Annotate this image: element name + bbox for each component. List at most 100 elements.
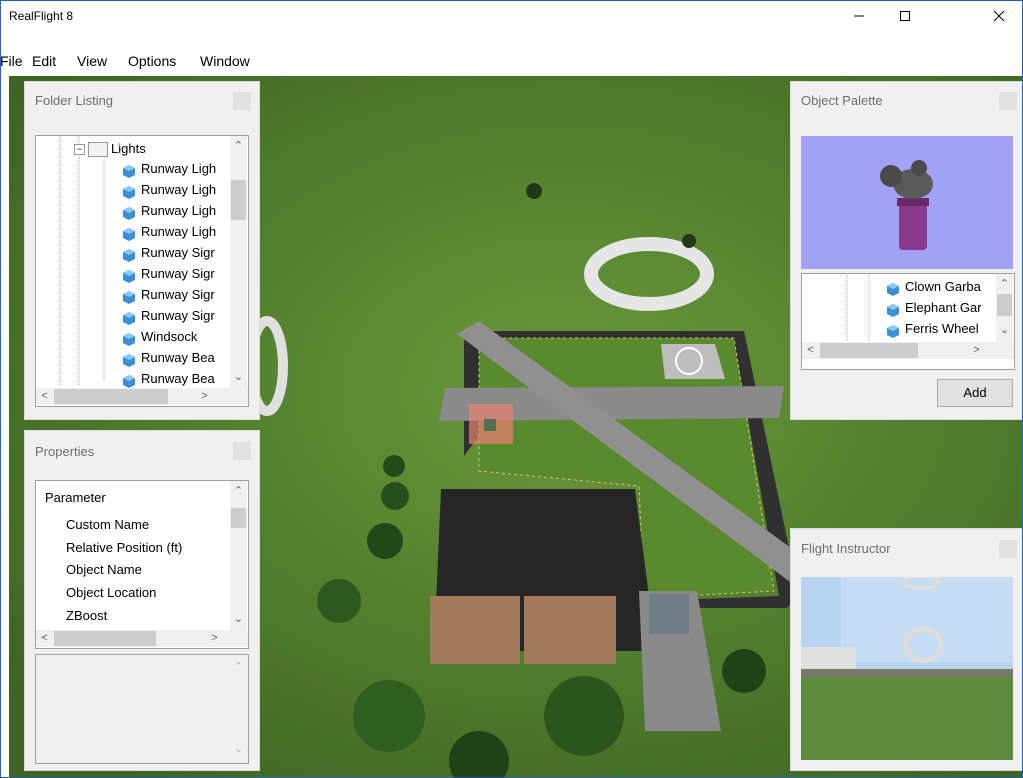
palette-item[interactable]: Elephant Gar: [886, 297, 982, 318]
properties-vscroll[interactable]: ⌃ ⌄: [230, 481, 247, 630]
scroll-up-icon[interactable]: ⌃: [230, 659, 247, 676]
close-icon: [993, 10, 1005, 22]
object-palette-list[interactable]: Clown Garba Elephant Gar Ferris Wheel ⌃ …: [801, 273, 1015, 370]
scroll-down-icon[interactable]: ⌄: [230, 369, 247, 386]
properties-list[interactable]: Parameter Custom Name Relative Position …: [35, 480, 249, 649]
property-item[interactable]: Object Name: [66, 562, 142, 577]
window-title: RealFlight 8: [9, 9, 74, 23]
scroll-left-icon[interactable]: <: [802, 342, 819, 359]
scroll-up-icon[interactable]: ⌃: [230, 138, 247, 155]
add-button[interactable]: Add: [937, 379, 1013, 407]
tree-item[interactable]: Runway Ligh: [122, 158, 216, 179]
menu-edit[interactable]: Edit: [32, 53, 56, 69]
flight-instructor-panel: Flight Instructor: [790, 528, 1022, 771]
property-item[interactable]: Custom Name: [66, 517, 149, 532]
app-window: RealFlight 8 File Edit View Options Wind…: [0, 0, 1023, 778]
object-cube-icon: [886, 302, 900, 317]
tree-item[interactable]: Runway Sigr: [122, 263, 215, 284]
object-cube-icon: [122, 184, 136, 199]
object-cube-icon: [122, 247, 136, 262]
elephant-garbage-can-preview: [880, 160, 933, 250]
flight-instructor-title: Flight Instructor: [801, 541, 891, 556]
menu-window[interactable]: Window: [200, 53, 250, 69]
scroll-up-icon[interactable]: ⌃: [230, 483, 247, 500]
tree-item[interactable]: Runway Ligh: [122, 179, 216, 200]
scroll-down-icon[interactable]: ⌄: [230, 611, 247, 628]
menu-options[interactable]: Options: [128, 53, 176, 69]
value-vscroll[interactable]: ⌃ ⌄: [230, 655, 247, 763]
instructor-camera-view: [801, 577, 1013, 760]
palette-item[interactable]: Clown Garba: [886, 276, 981, 297]
properties-panel: Properties Parameter Custom Name Relativ…: [24, 430, 260, 771]
object-palette-panel: Object Palette Clown Garba Elephant Gar …: [790, 81, 1022, 420]
menu-bar: File Edit View Options Window: [1, 51, 1022, 73]
maximize-icon: [900, 11, 910, 21]
scroll-thumb[interactable]: [997, 294, 1012, 316]
folder-icon: [88, 142, 108, 158]
object-palette-close-button[interactable]: [999, 92, 1017, 110]
scroll-thumb[interactable]: [231, 508, 246, 528]
scroll-right-icon[interactable]: >: [968, 342, 985, 359]
maximize-button[interactable]: [882, 1, 928, 31]
tree-item[interactable]: Runway Ligh: [122, 200, 216, 221]
scroll-down-icon[interactable]: ⌄: [230, 741, 247, 758]
properties-header: Parameter: [45, 490, 106, 505]
title-bar: RealFlight 8: [1, 1, 1022, 31]
object-cube-icon: [122, 289, 136, 304]
tree-folder-lights[interactable]: − Lights: [74, 138, 146, 159]
object-cube-icon: [122, 226, 136, 241]
properties-hscroll[interactable]: < >: [36, 630, 248, 647]
object-cube-icon: [122, 205, 136, 220]
folder-tree-hscroll[interactable]: < >: [36, 388, 248, 405]
folder-tree-vscroll[interactable]: ⌃ ⌄: [230, 136, 247, 388]
scroll-down-icon[interactable]: ⌄: [996, 322, 1013, 339]
property-item[interactable]: Relative Position (ft): [66, 540, 182, 555]
scroll-thumb[interactable]: [54, 631, 156, 646]
object-cube-icon: [886, 281, 900, 296]
scroll-left-icon[interactable]: <: [36, 630, 53, 647]
properties-title: Properties: [35, 444, 95, 459]
property-item[interactable]: ZBoost: [66, 608, 107, 623]
folder-listing-panel: Folder Listing − Lights Runway Ligh Runwa…: [24, 81, 260, 420]
scroll-thumb[interactable]: [54, 389, 168, 404]
folder-listing-title: Folder Listing: [35, 93, 114, 108]
menu-view[interactable]: View: [77, 53, 107, 69]
folder-tree[interactable]: − Lights Runway Ligh Runway Ligh Runway L…: [35, 135, 249, 407]
object-preview: [801, 136, 1013, 269]
flight-instructor-close-button[interactable]: [999, 540, 1017, 558]
palette-vscroll[interactable]: ⌃ ⌄: [996, 274, 1013, 342]
scroll-thumb[interactable]: [231, 180, 246, 220]
menu-file[interactable]: File: [1, 53, 23, 69]
object-palette-title: Object Palette: [801, 93, 883, 108]
scroll-thumb[interactable]: [820, 343, 918, 358]
object-cube-icon: [122, 352, 136, 367]
palette-item[interactable]: Ferris Wheel: [886, 318, 979, 339]
property-value-area[interactable]: ⌃ ⌄: [35, 654, 249, 764]
close-button[interactable]: [976, 1, 1022, 31]
scroll-left-icon[interactable]: <: [36, 388, 53, 405]
tree-item[interactable]: Runway Bea: [122, 347, 215, 368]
object-cube-icon: [122, 163, 136, 178]
folder-label: Lights: [111, 141, 146, 156]
tree-item[interactable]: Runway Bea: [122, 368, 215, 389]
object-cube-icon: [886, 323, 900, 338]
tree-item[interactable]: Runway Ligh: [122, 221, 216, 242]
scroll-up-icon[interactable]: ⌃: [996, 276, 1013, 293]
property-item[interactable]: Object Location: [66, 585, 156, 600]
instructor-scene: [801, 577, 1013, 760]
folder-listing-close-button[interactable]: [233, 92, 251, 110]
object-cube-icon: [122, 373, 136, 388]
minimize-icon: [854, 15, 864, 17]
object-cube-icon: [122, 331, 136, 346]
collapse-icon[interactable]: −: [74, 144, 85, 156]
tree-item[interactable]: Runway Sigr: [122, 305, 215, 326]
scroll-right-icon[interactable]: >: [206, 630, 223, 647]
minimize-button[interactable]: [836, 1, 882, 31]
tree-item[interactable]: Runway Sigr: [122, 242, 215, 263]
palette-hscroll[interactable]: < >: [802, 342, 1014, 359]
tree-item[interactable]: Windsock: [122, 326, 197, 347]
tree-item[interactable]: Runway Sigr: [122, 284, 215, 305]
scroll-right-icon[interactable]: >: [196, 388, 213, 405]
object-cube-icon: [122, 268, 136, 283]
properties-close-button[interactable]: [233, 442, 251, 460]
